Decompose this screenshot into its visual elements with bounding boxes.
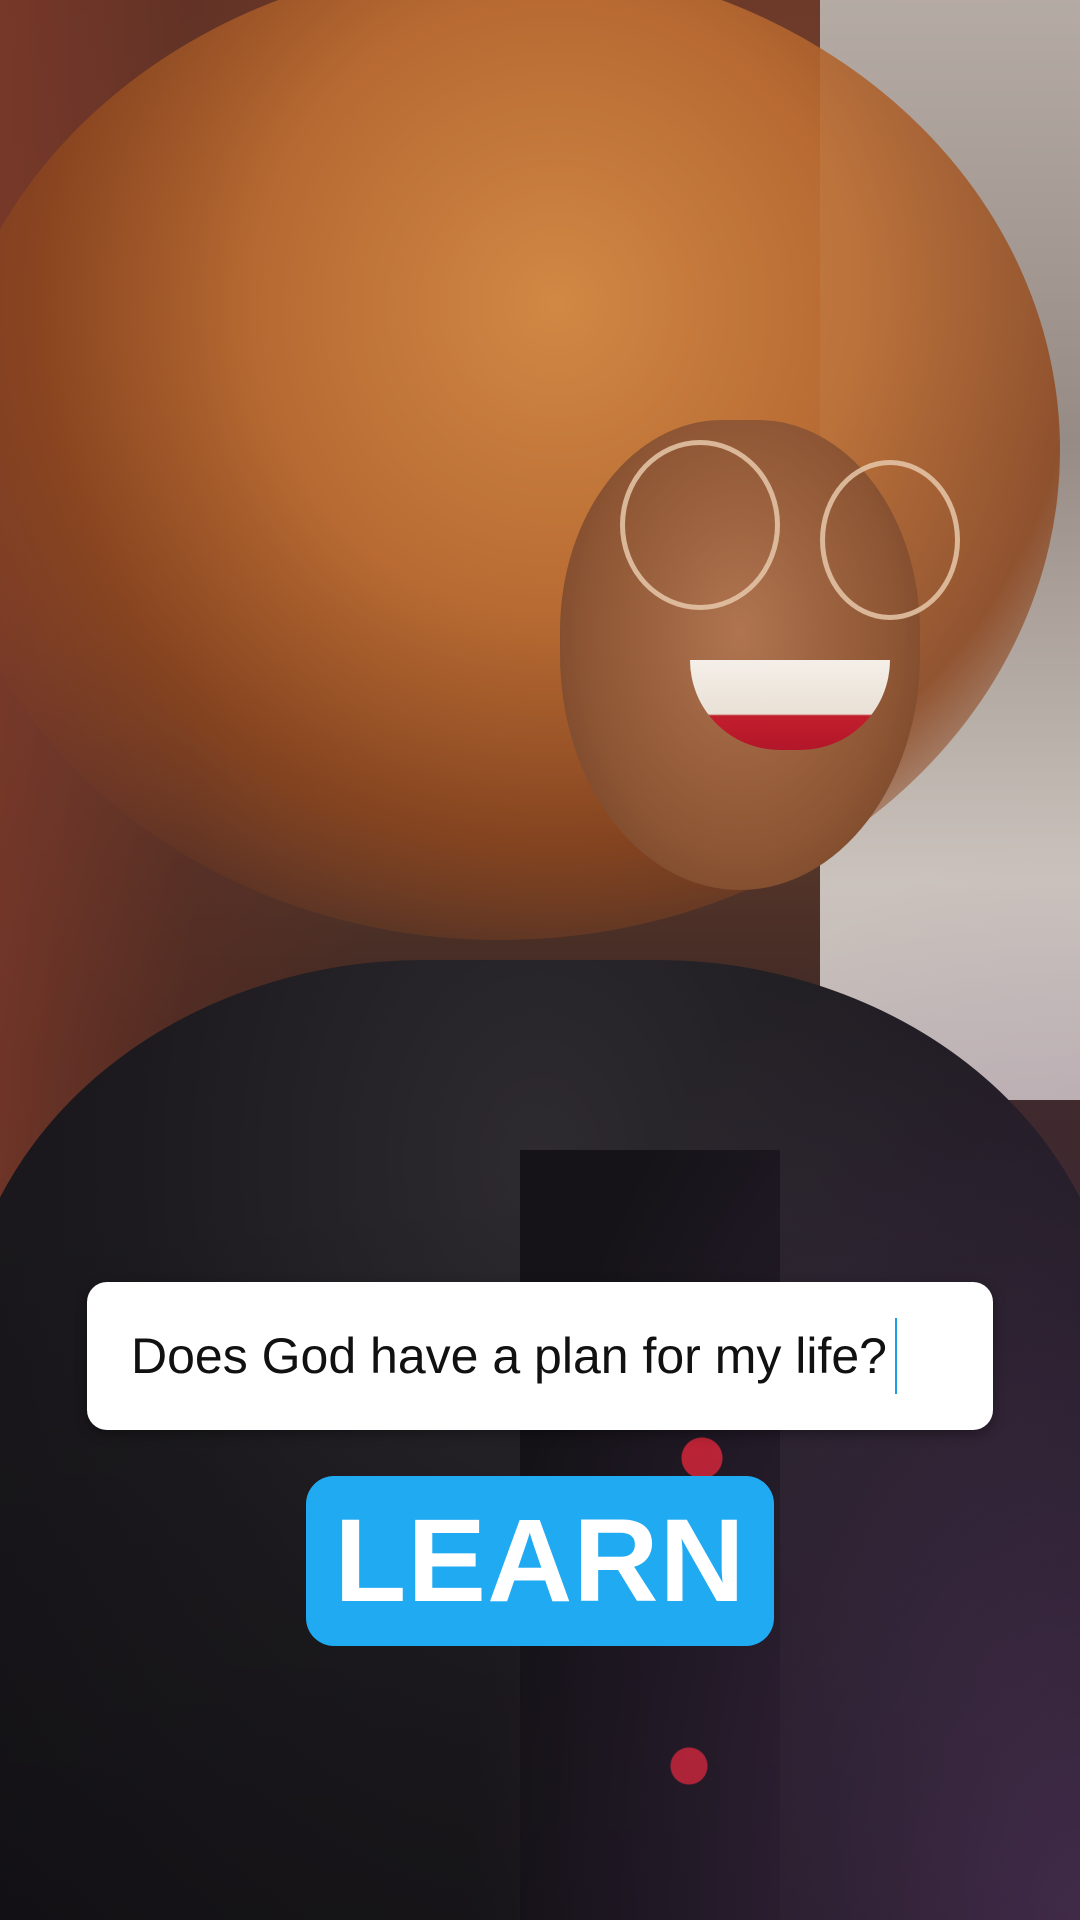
learn-button-label: LEARN	[334, 1495, 746, 1627]
question-input[interactable]: Does God have a plan for my life?	[87, 1282, 993, 1430]
question-text: Does God have a plan for my life?	[131, 1328, 887, 1384]
text-cursor	[894, 1318, 897, 1394]
learn-button[interactable]: LEARN	[306, 1476, 774, 1646]
